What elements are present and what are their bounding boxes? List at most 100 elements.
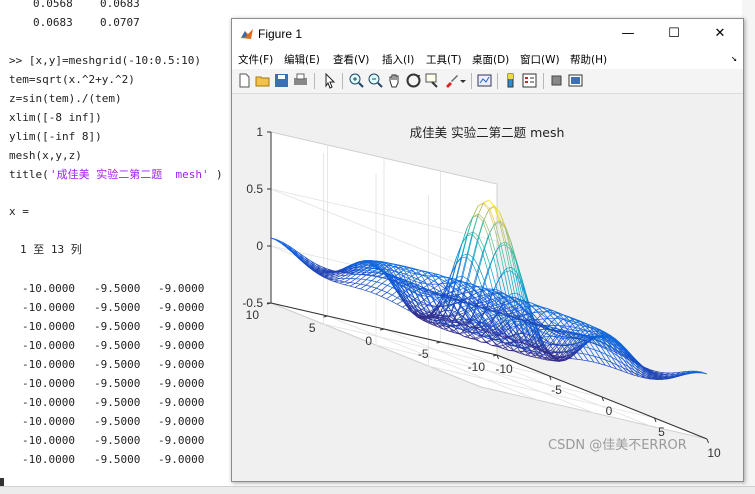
mesh-edge xyxy=(577,353,582,360)
matrix-cell: 0.0683 xyxy=(33,16,73,30)
matrix-cell: -9.5000 xyxy=(94,282,140,296)
mesh-edge xyxy=(516,261,522,284)
matrix-cell: -9.0000 xyxy=(158,396,204,410)
menu-help[interactable]: 帮助(H) xyxy=(570,52,607,67)
command-line: z=sin(tem)./(tem) xyxy=(9,92,122,106)
save-icon[interactable] xyxy=(273,72,290,89)
matrix-cell: -10.0000 xyxy=(22,282,75,296)
matrix-cell: -10.0000 xyxy=(22,358,75,372)
plot-area[interactable]: 成佳美 实验二第二题 mesh-10-50510-10-5051010.50-0… xyxy=(232,94,743,481)
command-line: ylim([-inf 8]) xyxy=(9,130,102,144)
mesh-edge xyxy=(623,360,628,367)
matrix-cell: -9.0000 xyxy=(158,320,204,334)
print-icon[interactable] xyxy=(292,72,309,89)
maximize-button[interactable]: ☐ xyxy=(651,19,697,49)
toolbar-separator xyxy=(497,73,498,89)
y-tick-label: -5 xyxy=(418,347,429,361)
toolbar-separator xyxy=(471,73,472,89)
menu-insert[interactable]: 插入(I) xyxy=(382,52,414,67)
matrix-cell: -9.5000 xyxy=(94,358,140,372)
mesh-plot[interactable]: 成佳美 实验二第二题 mesh-10-50510-10-5051010.50-0… xyxy=(232,94,743,481)
x-tick-label: 0 xyxy=(606,404,613,418)
matrix-cell: -10.0000 xyxy=(22,339,75,353)
menu-window[interactable]: 窗口(W) xyxy=(520,52,560,67)
zoom-in-icon[interactable] xyxy=(348,72,365,89)
y-tick-label: 0 xyxy=(365,334,372,348)
menu-file[interactable]: 文件(F) xyxy=(238,52,273,67)
data-cursor-icon[interactable] xyxy=(424,72,441,89)
zoom-out-icon[interactable] xyxy=(367,72,384,89)
matrix-cell: -9.0000 xyxy=(158,415,204,429)
matrix-cell: 0.0683 xyxy=(100,0,140,11)
mesh-edge xyxy=(500,213,506,227)
menu-bar: 文件(F) 编辑(E) 查看(V) 插入(I) 工具(T) 桌面(D) 窗口(W… xyxy=(232,49,743,69)
minimize-button[interactable]: — xyxy=(605,19,651,49)
pan-icon[interactable] xyxy=(386,72,403,89)
menu-edit[interactable]: 编辑(E) xyxy=(284,52,320,67)
column-header: 1 至 13 列 xyxy=(20,243,82,257)
hide-plot-tools-icon[interactable] xyxy=(548,72,565,89)
matrix-cell: 0.0707 xyxy=(100,16,140,30)
matrix-cell: -10.0000 xyxy=(22,415,75,429)
matrix-cell: -9.5000 xyxy=(94,453,140,467)
new-figure-icon[interactable] xyxy=(236,72,253,89)
mesh-edge xyxy=(532,312,537,313)
figure-titlebar[interactable]: Figure 1 — ☐ ✕ xyxy=(232,19,743,49)
input-cursor xyxy=(0,478,4,486)
link-plot-icon[interactable] xyxy=(476,72,493,89)
command-line: >> [x,y]=meshgrid(-10:0.5:10) xyxy=(9,54,201,68)
matrix-cell: -10.0000 xyxy=(22,434,75,448)
command-line: xlim([-8 inf]) xyxy=(9,111,102,125)
matrix-cell: -9.0000 xyxy=(158,339,204,353)
x-tick-mark xyxy=(707,439,709,443)
matrix-cell: -9.5000 xyxy=(94,320,140,334)
matrix-cell: -9.0000 xyxy=(158,301,204,315)
matrix-cell: -10.0000 xyxy=(22,377,75,391)
chart-title: 成佳美 实验二第二题 mesh xyxy=(410,125,565,140)
x-tick-label: -5 xyxy=(551,383,562,397)
matrix-cell: 0.0568 xyxy=(33,0,73,11)
x-tick-label: -10 xyxy=(495,362,513,376)
y-tick-label: 10 xyxy=(246,308,260,322)
colorbar-icon[interactable] xyxy=(502,72,519,89)
show-plot-tools-icon[interactable] xyxy=(567,72,584,89)
y-tick-label: 5 xyxy=(309,321,316,335)
y-tick-label: -10 xyxy=(468,360,486,374)
matrix-cell: -9.5000 xyxy=(94,415,140,429)
mesh-edge xyxy=(506,267,511,268)
chevron-down-icon[interactable] xyxy=(459,72,467,89)
menu-desktop[interactable]: 桌面(D) xyxy=(472,52,509,67)
matrix-cell: -9.5000 xyxy=(94,339,140,353)
matrix-cell: -9.5000 xyxy=(94,396,140,410)
command-line: ) xyxy=(216,168,223,182)
x-tick-label: 10 xyxy=(707,446,721,460)
z-tick-label: -0.5 xyxy=(242,296,263,310)
command-line: tem=sqrt(x.^2+y.^2) xyxy=(9,73,135,87)
toolbar-separator xyxy=(543,73,544,89)
mesh-edge xyxy=(501,242,506,244)
toolbar-separator xyxy=(314,73,315,89)
menu-view[interactable]: 查看(V) xyxy=(333,52,369,67)
matrix-cell: -9.5000 xyxy=(94,377,140,391)
pointer-icon[interactable] xyxy=(321,72,338,89)
matrix-cell: -10.0000 xyxy=(22,453,75,467)
matrix-cell: -9.0000 xyxy=(158,282,204,296)
command-line: title( xyxy=(9,168,49,182)
brush-icon[interactable] xyxy=(443,72,460,89)
matrix-cell: -9.0000 xyxy=(158,434,204,448)
menu-tools[interactable]: 工具(T) xyxy=(426,52,462,67)
matrix-cell: -9.0000 xyxy=(158,358,204,372)
matrix-cell: -9.0000 xyxy=(158,453,204,467)
open-file-icon[interactable] xyxy=(254,72,271,89)
csdn-watermark: CSDN @佳美不ERROR xyxy=(548,434,687,453)
legend-icon[interactable] xyxy=(521,72,538,89)
command-string: '成佳美 实验二第二题 mesh' xyxy=(50,168,209,182)
menu-overflow-icon[interactable]: ↘ xyxy=(731,53,737,64)
close-button[interactable]: ✕ xyxy=(697,19,743,49)
rotate-3d-icon[interactable] xyxy=(405,72,422,89)
figure-window[interactable]: Figure 1 — ☐ ✕ 文件(F) 编辑(E) 查看(V) 插入(I) 工… xyxy=(231,18,744,482)
z-tick-label: 0.5 xyxy=(246,182,263,196)
matrix-cell: -9.5000 xyxy=(94,301,140,315)
matrix-cell: -10.0000 xyxy=(22,301,75,315)
matrix-cell: -10.0000 xyxy=(22,396,75,410)
